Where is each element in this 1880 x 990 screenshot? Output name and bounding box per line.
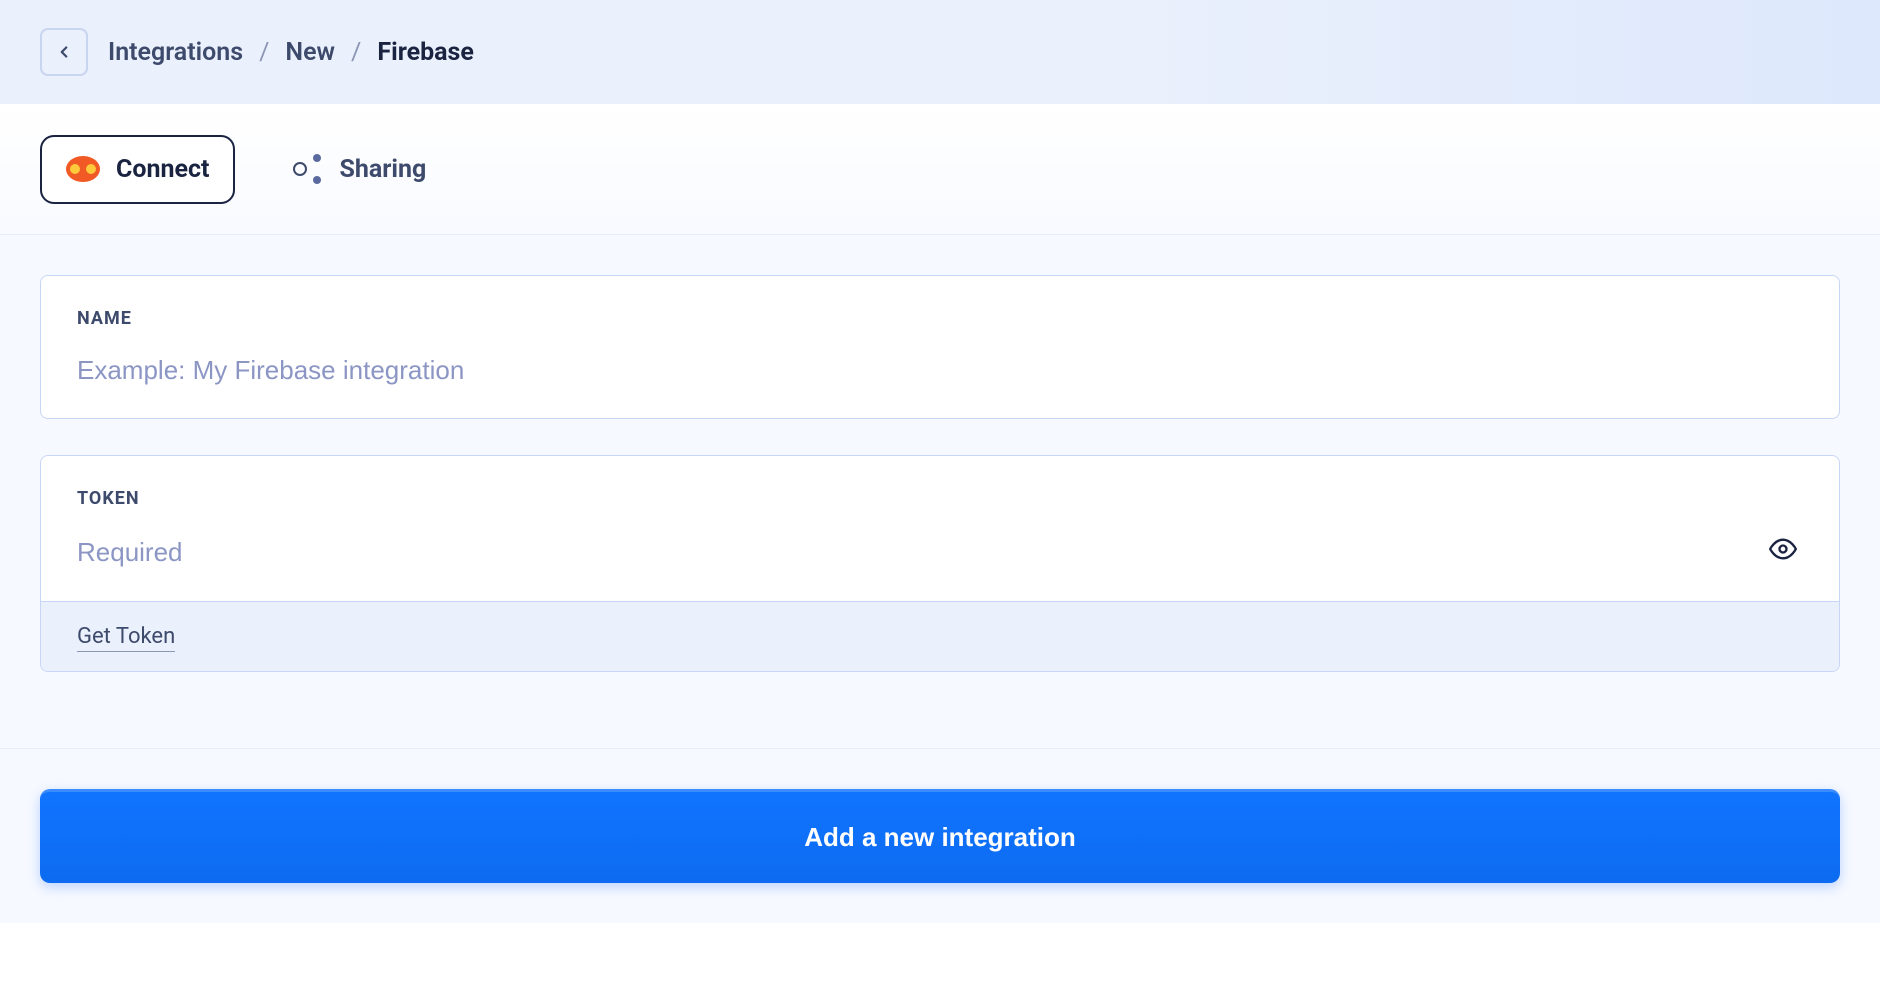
name-field-group: NAME — [40, 275, 1840, 419]
name-input[interactable] — [77, 329, 1803, 386]
sharing-icon — [293, 154, 323, 184]
eye-icon — [1769, 535, 1797, 563]
token-label: TOKEN — [41, 456, 1839, 509]
breadcrumb-separator: / — [259, 38, 269, 67]
form-content: NAME TOKEN Get Token — [0, 235, 1880, 748]
token-helper-footer: Get Token — [41, 601, 1839, 671]
connect-icon — [66, 156, 100, 182]
breadcrumb: Integrations / New / Firebase — [108, 38, 474, 67]
breadcrumb-firebase: Firebase — [377, 38, 474, 67]
get-token-link[interactable]: Get Token — [77, 624, 175, 652]
tabs-row: Connect Sharing — [0, 104, 1880, 235]
add-integration-button[interactable]: Add a new integration — [40, 789, 1840, 883]
chevron-left-icon — [55, 43, 73, 61]
breadcrumb-separator: / — [351, 38, 361, 67]
name-label: NAME — [41, 276, 1839, 329]
submit-row: Add a new integration — [0, 748, 1880, 923]
toggle-token-visibility-button[interactable] — [1763, 529, 1803, 569]
tab-sharing-label: Sharing — [339, 155, 426, 184]
tab-connect-label: Connect — [116, 155, 209, 184]
token-input[interactable] — [77, 511, 1763, 568]
tab-connect[interactable]: Connect — [40, 135, 235, 204]
breadcrumb-new[interactable]: New — [285, 38, 335, 67]
breadcrumb-integrations[interactable]: Integrations — [108, 38, 243, 67]
tab-sharing[interactable]: Sharing — [267, 134, 452, 204]
back-button[interactable] — [40, 28, 88, 76]
header-bar: Integrations / New / Firebase — [0, 0, 1880, 104]
token-field-group: TOKEN Get Token — [40, 455, 1840, 672]
